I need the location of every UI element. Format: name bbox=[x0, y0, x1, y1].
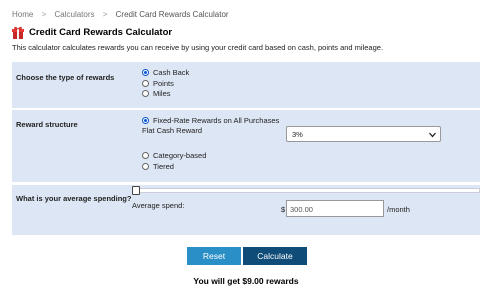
breadcrumb-calculators-link[interactable]: Calculators bbox=[54, 10, 94, 19]
spending-slider-handle[interactable] bbox=[132, 186, 140, 195]
radio-button[interactable] bbox=[142, 80, 149, 87]
radio-category-based[interactable]: Category-based bbox=[142, 151, 206, 160]
radio-cash-back[interactable]: Cash Back bbox=[142, 68, 189, 77]
radio-button[interactable] bbox=[142, 163, 149, 170]
chevron-down-icon bbox=[429, 131, 436, 138]
radio-label: Points bbox=[153, 79, 174, 88]
reward-type-panel bbox=[12, 62, 480, 108]
select-value: 3% bbox=[292, 130, 303, 139]
radio-button[interactable] bbox=[142, 90, 149, 97]
radio-label: Miles bbox=[153, 89, 171, 98]
radio-button-checked[interactable] bbox=[142, 69, 149, 76]
breadcrumb-home-link[interactable]: Home bbox=[12, 10, 33, 19]
breadcrumb-current: Credit Card Rewards Calculator bbox=[115, 10, 229, 19]
gift-icon bbox=[12, 26, 24, 39]
radio-button[interactable] bbox=[142, 152, 149, 159]
radio-fixed-rate[interactable]: Fixed-Rate Rewards on All Purchases bbox=[142, 116, 279, 125]
reset-button[interactable]: Reset bbox=[187, 247, 241, 265]
result-text: You will get $9.00 rewards bbox=[193, 276, 299, 286]
radio-label: Category-based bbox=[153, 151, 207, 160]
radio-label: Tiered bbox=[153, 162, 174, 171]
flat-reward-select[interactable]: 3% bbox=[286, 126, 441, 142]
currency-symbol: $ bbox=[281, 205, 286, 214]
radio-button-checked[interactable] bbox=[142, 117, 149, 124]
radio-points[interactable]: Points bbox=[142, 79, 174, 88]
page-title: Credit Card Rewards Calculator bbox=[29, 27, 173, 38]
title-row: Credit Card Rewards Calculator bbox=[12, 26, 172, 39]
breadcrumb-separator: > bbox=[102, 10, 108, 19]
spending-slider-track[interactable] bbox=[132, 188, 480, 193]
radio-label: Cash Back bbox=[153, 68, 190, 77]
radio-tiered[interactable]: Tiered bbox=[142, 162, 174, 171]
spending-input[interactable]: 300.00 bbox=[286, 200, 384, 217]
breadcrumb-separator: > bbox=[41, 10, 47, 19]
calculate-button[interactable]: Calculate bbox=[243, 247, 307, 265]
reward-type-label: Choose the type of rewards bbox=[16, 73, 115, 82]
radio-label: Fixed-Rate Rewards on All Purchases bbox=[153, 116, 280, 125]
breadcrumb: Home > Calculators > Credit Card Rewards… bbox=[12, 10, 229, 19]
flat-cash-reward-label: Flat Cash Reward bbox=[142, 126, 203, 135]
radio-miles[interactable]: Miles bbox=[142, 89, 171, 98]
reward-structure-label: Reward structure bbox=[16, 120, 78, 129]
page-description: This calculator calculates rewards you c… bbox=[12, 43, 384, 52]
average-spend-label: Average spend: bbox=[132, 201, 185, 210]
spending-label: What is your average spending? bbox=[16, 194, 132, 203]
spending-unit: /month bbox=[387, 205, 410, 214]
